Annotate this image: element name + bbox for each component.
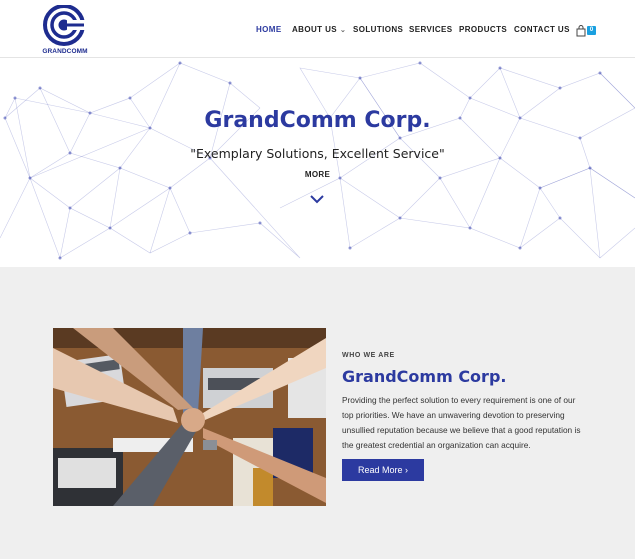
cart-button[interactable]: 0 bbox=[575, 24, 597, 38]
nav-contact-us[interactable]: CONTACT US bbox=[514, 25, 570, 34]
brand-logo[interactable]: GRANDCOMM bbox=[40, 5, 90, 57]
nav-home[interactable]: HOME bbox=[256, 25, 282, 34]
cart-count-badge: 0 bbox=[587, 26, 596, 35]
hero-section: GrandComm Corp. "Exemplary Solutions, Ex… bbox=[0, 58, 635, 267]
logo-mark-icon bbox=[43, 5, 86, 46]
nav-solutions[interactable]: SOLUTIONS bbox=[353, 25, 403, 34]
hero-title: GrandComm Corp. bbox=[204, 108, 431, 133]
chevron-down-icon: ⌄ bbox=[339, 27, 347, 34]
section-eyebrow: WHO WE ARE bbox=[342, 352, 395, 359]
section-title: GrandComm Corp. bbox=[342, 367, 507, 386]
hero-more-link[interactable]: MORE bbox=[0, 170, 635, 179]
chevron-down-icon[interactable] bbox=[309, 194, 325, 204]
read-more-button[interactable]: Read More › bbox=[342, 459, 424, 481]
network-background bbox=[0, 61, 635, 260]
section-description: Providing the perfect solution to every … bbox=[342, 395, 581, 450]
nav-services[interactable]: SERVICES bbox=[409, 25, 453, 34]
about-section: WHO WE ARE GrandComm Corp. Providing the… bbox=[0, 267, 635, 559]
site-header: GRANDCOMM HOME ABOUT US ⌄ SOLUTIONS SERVI… bbox=[0, 0, 635, 58]
logo-text: GRANDCOMM bbox=[42, 48, 88, 55]
nav-about-us[interactable]: ABOUT US ⌄ bbox=[292, 25, 346, 34]
team-hands-photo bbox=[53, 328, 326, 506]
nav-products[interactable]: PRODUCTS bbox=[459, 25, 507, 34]
nav-about-us-label: ABOUT US bbox=[292, 25, 337, 34]
hero-subtitle: "Exemplary Solutions, Excellent Service" bbox=[190, 146, 445, 161]
bag-icon bbox=[576, 25, 586, 37]
